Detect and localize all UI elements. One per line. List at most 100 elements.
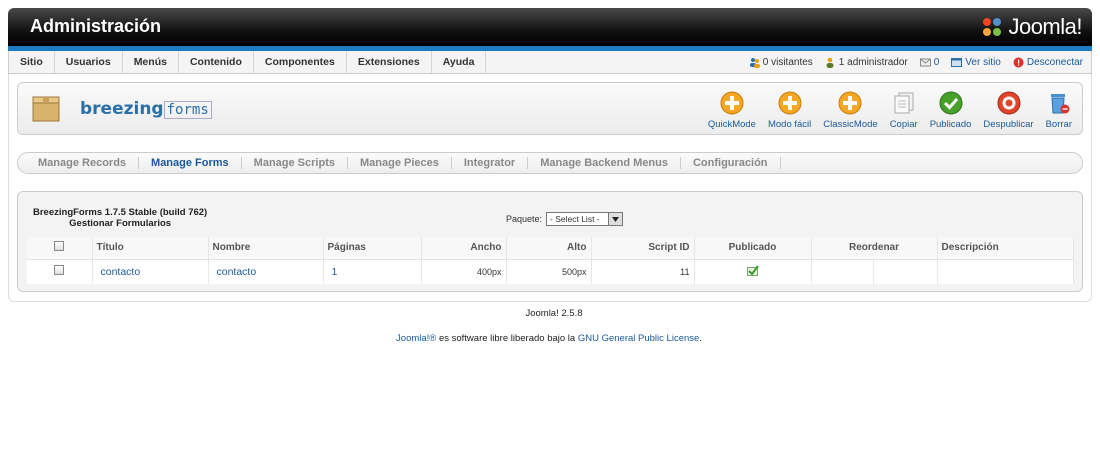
row-descripcion	[937, 259, 1074, 284]
messages-status[interactable]: 0	[919, 56, 940, 68]
breezingforms-logo: breezing forms	[80, 99, 212, 119]
menu-item-menus[interactable]: Menús	[123, 51, 179, 73]
package-box-icon	[32, 96, 60, 122]
admin-user-icon	[826, 57, 834, 68]
tab-configuracion[interactable]: Configuración	[681, 157, 781, 169]
despublicar-label: Despublicar	[983, 119, 1034, 130]
publicado-button[interactable]: Publicado	[924, 91, 978, 130]
col-script-id[interactable]: Script ID	[591, 237, 695, 260]
select-all-checkbox[interactable]	[54, 241, 65, 252]
envelope-icon	[919, 58, 931, 66]
tab-manage-records[interactable]: Manage Records	[26, 157, 140, 169]
component-toolbar: breezing forms QuickMode Modo fácil Class…	[17, 82, 1083, 135]
col-paginas[interactable]: Páginas	[323, 237, 422, 260]
reorder-up-cell	[812, 259, 874, 284]
joomla-logo[interactable]: Joomla!	[980, 13, 1082, 41]
row-paginas[interactable]: 1	[323, 259, 422, 284]
quickmode-button[interactable]: QuickMode	[702, 91, 762, 130]
page-title: Administración	[30, 16, 162, 36]
row-titulo[interactable]: contacto	[92, 259, 209, 284]
joomla-logo-icon	[983, 18, 1002, 36]
modo-facil-button[interactable]: Modo fácil	[762, 91, 817, 130]
brand-name-bold: breezing	[80, 99, 164, 119]
table-row: contacto contacto 1 400px 500px 11	[27, 259, 1074, 284]
trash-icon	[1050, 94, 1070, 114]
copiar-label: Copiar	[889, 119, 918, 130]
row-checkbox[interactable]	[54, 265, 65, 275]
borrar-label: Borrar	[1045, 119, 1072, 130]
gpl-link[interactable]: GNU General Public License	[578, 333, 699, 344]
view-site-link[interactable]: Ver sitio	[951, 57, 1001, 68]
stop-red-icon	[997, 91, 1020, 115]
version-line: BreezingForms 1.7.5 Stable (build 762)	[33, 207, 208, 218]
tab-manage-backend-menus[interactable]: Manage Backend Menus	[528, 157, 681, 169]
menu-item-contenido[interactable]: Contenido	[179, 51, 254, 73]
plus-orange-icon	[778, 91, 802, 115]
check-green-icon	[939, 91, 963, 115]
messages-count: 0	[933, 56, 940, 68]
classicmode-label: ClassicMode	[823, 119, 878, 130]
plus-orange-icon	[838, 91, 862, 115]
logout-link[interactable]: Desconectar	[1013, 57, 1083, 68]
tab-manage-pieces[interactable]: Manage Pieces	[348, 157, 452, 169]
classicmode-button[interactable]: ClassicMode	[817, 91, 883, 130]
menu-item-sitio[interactable]: Sitio	[9, 51, 55, 73]
col-titulo[interactable]: Título	[92, 237, 209, 260]
package-select[interactable]: - Select List -	[546, 212, 624, 226]
despublicar-button[interactable]: Despublicar	[977, 91, 1039, 130]
plus-orange-icon	[720, 91, 744, 115]
footer-version: Joomla! 2.5.8	[525, 308, 583, 319]
col-reordenar[interactable]: Reordenar	[811, 237, 938, 260]
col-descripcion[interactable]: Descripción	[937, 237, 1074, 260]
visitors-count: 0 visitantes	[762, 56, 813, 68]
menu-item-componentes[interactable]: Componentes	[254, 51, 347, 73]
package-filter: Paquete: - Select List -	[506, 212, 624, 226]
admins-status: 1 administrador	[825, 57, 908, 68]
row-select-cell	[27, 259, 93, 284]
select-all-header	[27, 237, 93, 260]
status-bar: 0 visitantes 1 administrador 0 Ver sitio…	[749, 57, 1091, 68]
menu-item-usuarios[interactable]: Usuarios	[55, 51, 123, 73]
main-menubar: Sitio Usuarios Menús Contenido Component…	[8, 51, 1092, 74]
row-publicado[interactable]	[694, 259, 812, 284]
version-info: BreezingForms 1.7.5 Stable (build 762) G…	[33, 207, 207, 229]
section-title: Gestionar Formularios	[69, 218, 172, 229]
row-ancho: 400px	[421, 259, 507, 284]
row-script-id: 11	[591, 259, 695, 284]
borrar-button[interactable]: Borrar	[1040, 91, 1078, 130]
row-alto: 500px	[506, 259, 592, 284]
admin-header: Administración Joomla!	[8, 8, 1092, 46]
forms-panel: BreezingForms 1.7.5 Stable (build 762) G…	[17, 191, 1083, 292]
row-nombre[interactable]: contacto	[208, 259, 324, 284]
users-icon	[749, 57, 760, 68]
brand-name-forms: forms	[163, 101, 212, 119]
tab-manage-scripts[interactable]: Manage Scripts	[242, 157, 348, 169]
view-site-label: Ver sitio	[965, 56, 1001, 68]
toolbar-buttons: QuickMode Modo fácil ClassicMode Copiar …	[702, 91, 1078, 130]
logout-icon	[1013, 57, 1024, 67]
modo-facil-label: Modo fácil	[767, 119, 812, 130]
quickmode-label: QuickMode	[707, 119, 756, 130]
col-ancho[interactable]: Ancho	[421, 237, 507, 260]
package-label: Paquete:	[506, 214, 543, 224]
tab-manage-forms[interactable]: Manage Forms	[139, 157, 242, 169]
forms-table: Título Nombre Páginas Ancho Alto Script …	[27, 237, 1074, 284]
col-nombre[interactable]: Nombre	[208, 237, 324, 260]
table-header-row: Título Nombre Páginas Ancho Alto Script …	[27, 237, 1074, 260]
copiar-button[interactable]: Copiar	[884, 91, 924, 130]
menu-item-extensiones[interactable]: Extensiones	[347, 51, 432, 73]
row-reordenar	[811, 259, 938, 284]
package-selected-value: - Select List -	[550, 214, 600, 224]
main-menu: Sitio Usuarios Menús Contenido Component…	[9, 51, 487, 73]
col-publicado[interactable]: Publicado	[694, 237, 812, 260]
col-alto[interactable]: Alto	[506, 237, 592, 260]
menu-item-ayuda[interactable]: Ayuda	[432, 51, 487, 73]
tab-integrator[interactable]: Integrator	[452, 157, 529, 169]
joomla-logo-text: Joomla!	[1008, 14, 1082, 39]
published-check-icon	[746, 264, 759, 276]
submenu-tabs: Manage Records Manage Forms Manage Scrip…	[17, 152, 1083, 174]
window-icon	[951, 57, 963, 67]
joomla-link[interactable]: Joomla!®	[396, 333, 436, 344]
license-text: es software libre liberado bajo la	[436, 333, 578, 344]
logout-label: Desconectar	[1026, 56, 1083, 68]
